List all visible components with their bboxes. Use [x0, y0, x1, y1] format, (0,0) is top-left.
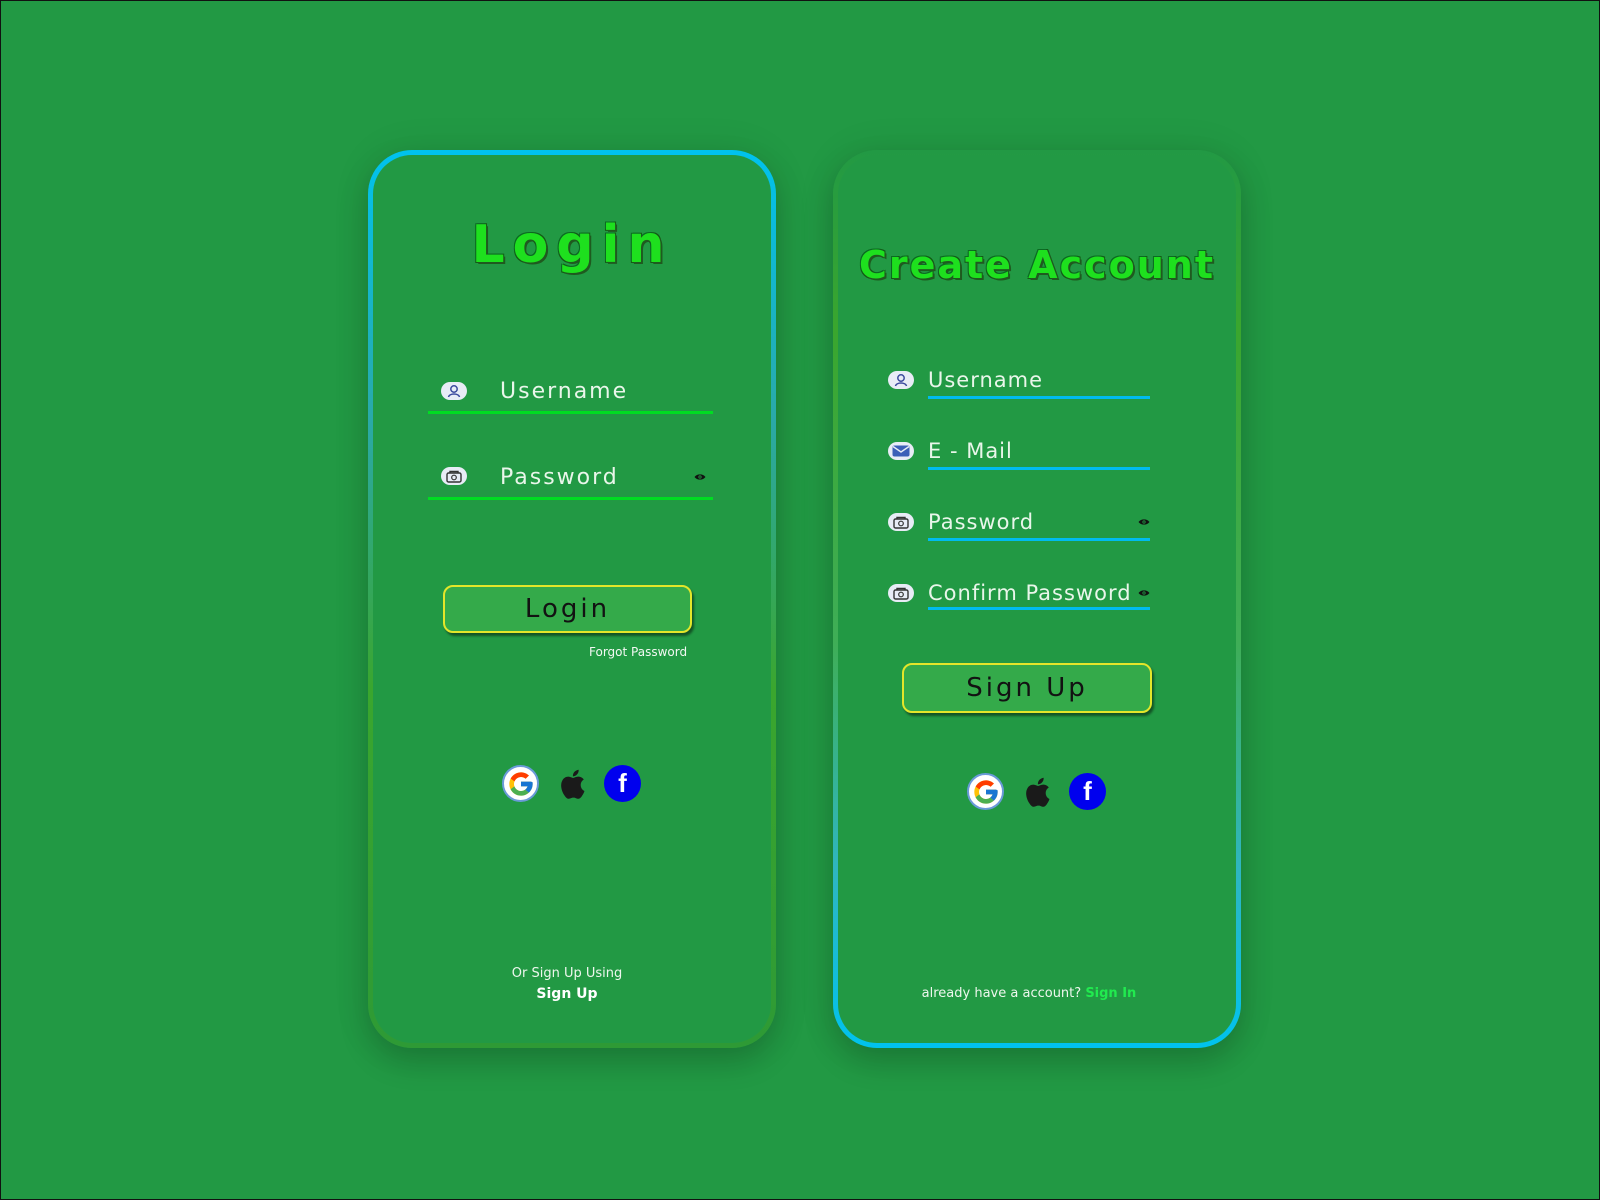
google-icon[interactable] [967, 773, 1004, 810]
sign-in-link[interactable]: Sign In [1085, 986, 1136, 1001]
signup-email-underline [928, 467, 1150, 470]
mail-icon [888, 442, 914, 460]
lock-icon [888, 584, 914, 602]
login-social-buttons: f [502, 765, 641, 802]
signup-confirm-password-placeholder: Confirm Password [928, 581, 1132, 605]
signup-username-field[interactable]: Username [888, 368, 1150, 408]
signup-email-placeholder: E - Mail [928, 439, 1013, 463]
login-title: Login [471, 215, 673, 275]
lock-icon [441, 467, 467, 485]
apple-icon[interactable] [1018, 773, 1055, 810]
or-signup-text: Or Sign Up Using [511, 966, 623, 981]
google-icon[interactable] [502, 765, 539, 802]
signup-confirm-password-field[interactable]: Confirm Password [888, 581, 1150, 621]
signup-username-underline [928, 396, 1150, 399]
facebook-icon[interactable]: f [1069, 773, 1106, 810]
signup-social-buttons: f [967, 773, 1106, 810]
signup-password-underline [928, 538, 1150, 541]
create-account-card: Create Account Username E - Mail Passwor… [833, 150, 1241, 1048]
login-button[interactable]: Login [443, 585, 692, 633]
login-card: Login Username Password Login Forgot Pas… [368, 150, 776, 1048]
signup-username-placeholder: Username [928, 368, 1044, 392]
login-username-placeholder: Username [500, 379, 629, 404]
sign-up-button[interactable]: Sign Up [902, 663, 1152, 713]
show-confirm-password-eye-icon[interactable] [1138, 589, 1150, 597]
lock-icon [888, 513, 914, 531]
already-have-account-text: already have a account? [921, 986, 1082, 1001]
show-password-eye-icon[interactable] [694, 473, 706, 481]
login-password-underline [428, 497, 713, 500]
login-password-placeholder: Password [500, 465, 619, 490]
signup-confirm-password-underline [928, 607, 1150, 610]
signup-password-placeholder: Password [928, 510, 1035, 534]
login-password-field[interactable]: Password [428, 460, 713, 505]
user-icon [888, 371, 914, 389]
show-password-eye-icon[interactable] [1138, 518, 1150, 526]
facebook-icon[interactable]: f [604, 765, 641, 802]
forgot-password-link[interactable]: Forgot Password [589, 645, 687, 659]
signup-password-field[interactable]: Password [888, 510, 1150, 550]
login-username-field[interactable]: Username [428, 375, 713, 420]
signup-email-field[interactable]: E - Mail [888, 439, 1150, 479]
already-have-account-row: already have a account? Sign In [822, 986, 1236, 1001]
apple-icon[interactable] [553, 765, 590, 802]
user-icon [441, 382, 467, 400]
screen-frame [0, 0, 1600, 1200]
signup-link[interactable]: Sign Up [363, 986, 771, 1002]
login-username-underline [428, 411, 713, 414]
create-account-title: Create Account [858, 243, 1216, 287]
